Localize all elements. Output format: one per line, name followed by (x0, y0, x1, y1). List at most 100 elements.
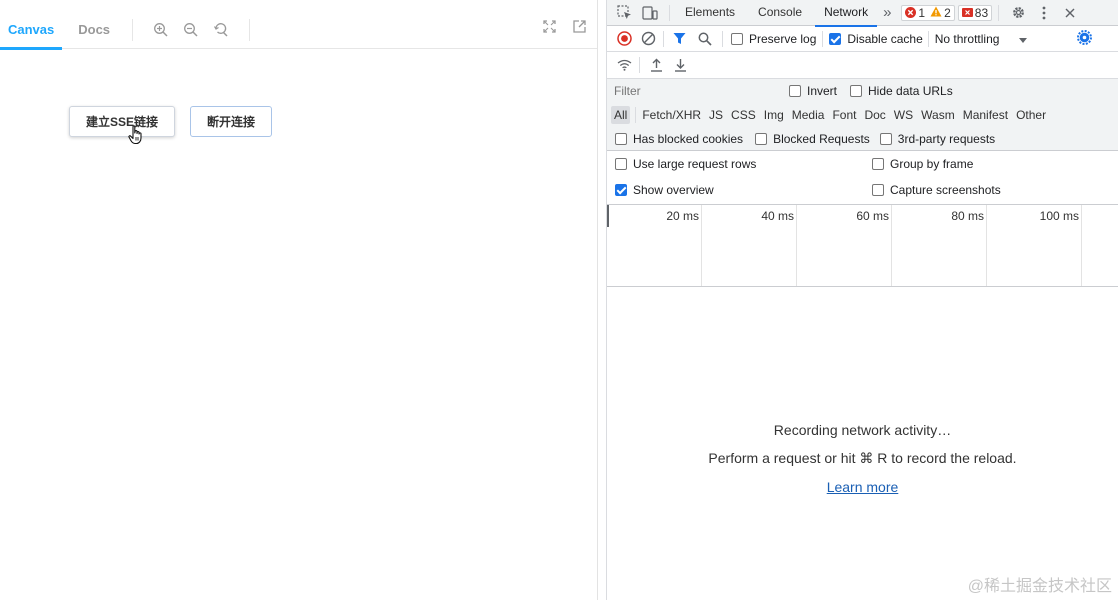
timeline-tick-label: 40 ms (761, 209, 794, 223)
error-count: 1 (918, 5, 926, 20)
has-blocked-cookies-label: Has blocked cookies (633, 131, 744, 146)
type-filter-all[interactable]: All (611, 106, 631, 124)
tab-elements[interactable]: Elements (676, 0, 744, 26)
inspect-element-icon[interactable] (611, 0, 637, 26)
group-by-frame-checkbox[interactable] (872, 158, 884, 170)
storybook-pane: Canvas Docs 建立SSE链接 断开连接 (0, 0, 597, 600)
type-filter-ws[interactable]: WS (891, 106, 916, 124)
filter-funnel-icon[interactable] (666, 26, 692, 52)
timeline-tick-label: 60 ms (856, 209, 889, 223)
type-filter-manifest[interactable]: Manifest (960, 106, 1011, 124)
pane-splitter[interactable] (597, 0, 607, 600)
tabbar-divider (669, 4, 670, 21)
disable-cache-checkbox[interactable] (829, 32, 842, 45)
disconnect-button[interactable]: 断开连接 (190, 106, 272, 137)
toolbar-right-actions (541, 18, 587, 34)
network-conditions-wifi-icon[interactable] (613, 52, 635, 78)
type-filter-other[interactable]: Other (1013, 106, 1049, 124)
record-stop-icon[interactable] (613, 26, 635, 52)
reset-zoom-icon[interactable] (205, 15, 235, 45)
network-options-row: Show overview Capture screenshots (607, 177, 1118, 203)
filter-input[interactable] (609, 81, 780, 101)
blocked-requests-checkbox[interactable] (755, 132, 768, 145)
third-party-requests-checkbox[interactable] (879, 132, 892, 145)
show-overview-checkbox[interactable] (615, 184, 627, 196)
export-har-icon[interactable] (668, 52, 692, 78)
toolbar-divider (722, 30, 723, 47)
chevron-down-icon[interactable] (1019, 32, 1028, 46)
type-filter-font[interactable]: Font (829, 106, 859, 124)
tab-canvas[interactable]: Canvas (0, 0, 63, 50)
learn-more-link[interactable]: Learn more (827, 479, 899, 495)
capture-screenshots-option: Capture screenshots (872, 177, 1001, 203)
hand-cursor-icon (128, 125, 144, 148)
device-toolbar-icon[interactable] (637, 0, 663, 26)
blocked-filters: Has blocked cookies Blocked Requests 3rd… (607, 127, 1118, 151)
network-toolbar: Preserve log Disable cache No throttling (607, 26, 1118, 52)
tab-docs[interactable]: Docs (70, 0, 118, 49)
group-by-frame-label: Group by frame (890, 157, 974, 171)
large-rows-checkbox[interactable] (615, 158, 627, 170)
search-icon[interactable] (692, 26, 718, 52)
third-party-requests-label: 3rd-party requests (897, 131, 996, 146)
more-options-icon[interactable] (1031, 0, 1057, 26)
toolbar-divider (132, 19, 134, 41)
storybook-toolbar: Canvas Docs (0, 0, 597, 50)
types-divider (635, 107, 637, 123)
timeline-tick-label: 80 ms (951, 209, 984, 223)
show-overview-label: Show overview (633, 183, 714, 197)
type-filter-css[interactable]: CSS (728, 106, 759, 124)
learn-more-link-wrapper: Learn more (607, 479, 1118, 495)
toolbar-divider (822, 30, 824, 47)
network-overview-timeline[interactable]: 20 ms 40 ms 60 ms 80 ms 100 ms (607, 204, 1118, 287)
type-filter-js[interactable]: JS (706, 106, 726, 124)
large-rows-label: Use large request rows (633, 157, 757, 171)
close-devtools-icon[interactable] (1057, 0, 1083, 26)
toolbar-divider (927, 30, 929, 47)
recording-hint: Perform a request or hit ⌘ R to record t… (708, 450, 1017, 466)
zoom-in-icon[interactable] (145, 15, 175, 45)
type-filter-wasm[interactable]: Wasm (918, 106, 958, 124)
preserve-log-label: Preserve log (749, 31, 817, 46)
throttling-select[interactable]: No throttling (935, 32, 1000, 46)
settings-gear-icon[interactable] (1005, 0, 1031, 26)
preserve-log-checkbox[interactable] (731, 32, 743, 45)
clear-icon[interactable] (635, 26, 661, 52)
issues-icon (961, 8, 973, 17)
invert-checkbox[interactable] (789, 85, 801, 97)
recording-title: Recording network activity… (773, 422, 952, 438)
tabbar-divider (998, 4, 1000, 21)
network-settings-gear-icon[interactable] (1077, 29, 1093, 48)
filter-bar: Invert Hide data URLs (607, 79, 1118, 103)
tab-console[interactable]: Console (749, 0, 811, 26)
network-options-row: Use large request rows Group by frame (607, 151, 1118, 177)
has-blocked-cookies-checkbox[interactable] (615, 132, 627, 145)
error-icon (905, 7, 917, 18)
group-by-frame-option: Group by frame (872, 151, 973, 177)
tab-network[interactable]: Network (815, 0, 878, 27)
toolbar-divider (663, 30, 664, 47)
more-tabs-icon[interactable]: » (877, 0, 897, 26)
watermark: @稀土掘金技术社区 (967, 578, 1112, 595)
open-in-new-tab-icon[interactable] (571, 18, 587, 34)
capture-screenshots-checkbox[interactable] (872, 184, 884, 196)
timeline-tick-label: 100 ms (1039, 209, 1079, 223)
hide-data-urls-label: Hide data URLs (868, 84, 953, 98)
issues-count-badge[interactable]: 83 (957, 4, 993, 21)
type-filter-media[interactable]: Media (789, 106, 828, 124)
type-filter-fetch-xhr[interactable]: Fetch/XHR (639, 106, 704, 124)
error-count-badge[interactable]: 1 2 (901, 4, 955, 21)
toolbar-divider (249, 19, 251, 41)
connect-sse-button[interactable]: 建立SSE链接 (69, 106, 175, 137)
type-filter-doc[interactable]: Doc (861, 106, 888, 124)
type-filter-img[interactable]: Img (761, 106, 787, 124)
zoom-out-icon[interactable] (175, 15, 205, 45)
warning-icon (930, 6, 942, 20)
import-har-icon[interactable] (644, 52, 668, 78)
network-toolbar-secondary (607, 52, 1118, 79)
hide-data-urls-checkbox[interactable] (850, 85, 863, 97)
disable-cache-label: Disable cache (847, 31, 923, 46)
resource-type-filters: All Fetch/XHR JS CSS Img Media Font Doc … (607, 103, 1118, 127)
fullscreen-icon[interactable] (541, 18, 557, 34)
toolbar-divider (639, 57, 640, 73)
